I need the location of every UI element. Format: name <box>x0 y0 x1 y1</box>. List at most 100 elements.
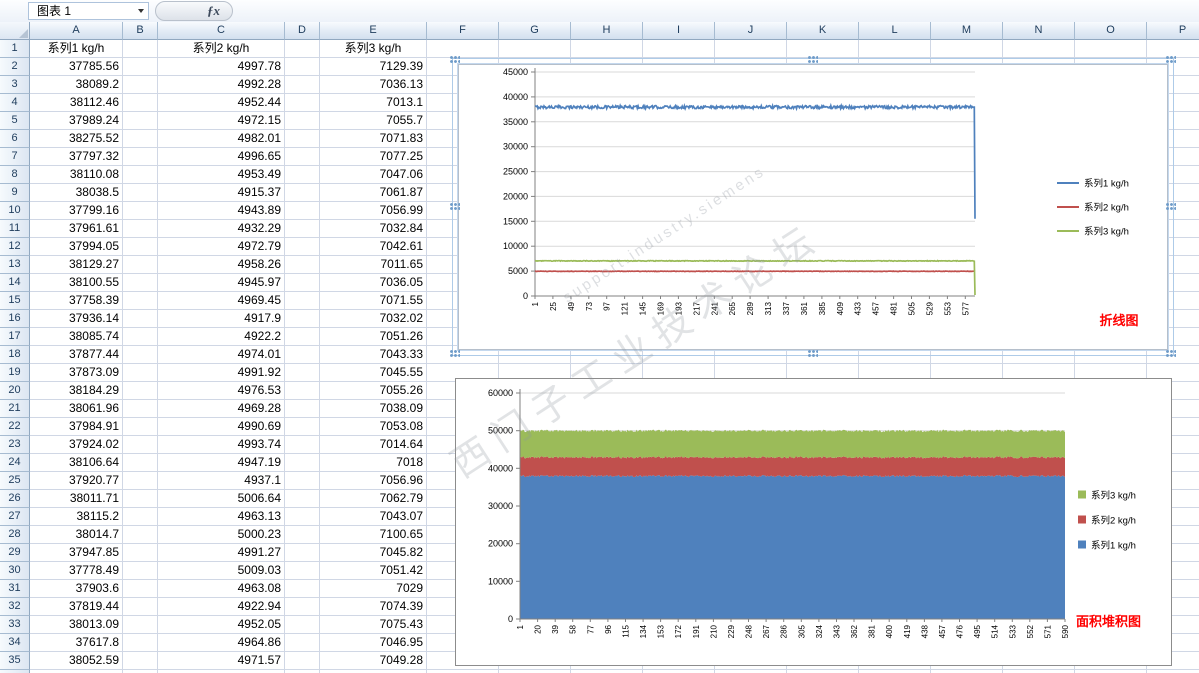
cell-D23[interactable] <box>285 436 320 454</box>
column-header-H[interactable]: H <box>571 22 643 40</box>
row-header-12[interactable]: 12 <box>0 238 30 256</box>
cell-B35[interactable] <box>123 652 158 670</box>
row-header-28[interactable]: 28 <box>0 526 30 544</box>
row-header-4[interactable]: 4 <box>0 94 30 112</box>
cell-C25[interactable]: 4937.1 <box>158 472 285 490</box>
cell-C23[interactable]: 4993.74 <box>158 436 285 454</box>
cell-B26[interactable] <box>123 490 158 508</box>
cell-A26[interactable]: 38011.71 <box>30 490 123 508</box>
cell-B19[interactable] <box>123 364 158 382</box>
cell-A15[interactable]: 37758.39 <box>30 292 123 310</box>
cell-K1[interactable] <box>787 40 859 58</box>
cell-E16[interactable]: 7032.02 <box>320 310 427 328</box>
cell-C1[interactable]: 系列2 kg/h <box>158 40 285 58</box>
cell-D17[interactable] <box>285 328 320 346</box>
cell-E17[interactable]: 7051.26 <box>320 328 427 346</box>
selection-handle[interactable] <box>450 350 460 358</box>
cell-D2[interactable] <box>285 58 320 76</box>
cell-B21[interactable] <box>123 400 158 418</box>
cell-E19[interactable]: 7045.55 <box>320 364 427 382</box>
cell-C35[interactable]: 4971.57 <box>158 652 285 670</box>
cell-E10[interactable]: 7056.99 <box>320 202 427 220</box>
cell-B3[interactable] <box>123 76 158 94</box>
cell-E27[interactable]: 7043.07 <box>320 508 427 526</box>
cell-D11[interactable] <box>285 220 320 238</box>
cell-E24[interactable]: 7018 <box>320 454 427 472</box>
cell-C3[interactable]: 4992.28 <box>158 76 285 94</box>
cell-A34[interactable]: 37617.8 <box>30 634 123 652</box>
cell-A16[interactable]: 37936.14 <box>30 310 123 328</box>
cell-A24[interactable]: 38106.64 <box>30 454 123 472</box>
cell-E29[interactable]: 7045.82 <box>320 544 427 562</box>
row-header-14[interactable]: 14 <box>0 274 30 292</box>
cell-D8[interactable] <box>285 166 320 184</box>
row-header-19[interactable]: 19 <box>0 364 30 382</box>
cell-A25[interactable]: 37920.77 <box>30 472 123 490</box>
cell-D3[interactable] <box>285 76 320 94</box>
selection-handle[interactable] <box>808 56 818 64</box>
cell-C8[interactable]: 4953.49 <box>158 166 285 184</box>
column-header-L[interactable]: L <box>859 22 931 40</box>
cell-D34[interactable] <box>285 634 320 652</box>
cell-E33[interactable]: 7075.43 <box>320 616 427 634</box>
cell-E28[interactable]: 7100.65 <box>320 526 427 544</box>
cell-E8[interactable]: 7047.06 <box>320 166 427 184</box>
selection-handle[interactable] <box>1166 203 1176 211</box>
cell-C33[interactable]: 4952.05 <box>158 616 285 634</box>
cell-B23[interactable] <box>123 436 158 454</box>
cell-E3[interactable]: 7036.13 <box>320 76 427 94</box>
cell-D24[interactable] <box>285 454 320 472</box>
cell-E25[interactable]: 7056.96 <box>320 472 427 490</box>
cell-D20[interactable] <box>285 382 320 400</box>
cell-B4[interactable] <box>123 94 158 112</box>
cell-B27[interactable] <box>123 508 158 526</box>
column-header-A[interactable]: A <box>30 22 123 40</box>
cell-E13[interactable]: 7011.65 <box>320 256 427 274</box>
cell-A10[interactable]: 37799.16 <box>30 202 123 220</box>
row-header-23[interactable]: 23 <box>0 436 30 454</box>
cell-C19[interactable]: 4991.92 <box>158 364 285 382</box>
cell-A2[interactable]: 37785.56 <box>30 58 123 76</box>
column-header-E[interactable]: E <box>320 22 427 40</box>
cell-B2[interactable] <box>123 58 158 76</box>
cell-E4[interactable]: 7013.1 <box>320 94 427 112</box>
row-header-21[interactable]: 21 <box>0 400 30 418</box>
cell-D10[interactable] <box>285 202 320 220</box>
cell-C12[interactable]: 4972.79 <box>158 238 285 256</box>
row-header-3[interactable]: 3 <box>0 76 30 94</box>
cell-C31[interactable]: 4963.08 <box>158 580 285 598</box>
row-header-10[interactable]: 10 <box>0 202 30 220</box>
cell-D30[interactable] <box>285 562 320 580</box>
cell-C10[interactable]: 4943.89 <box>158 202 285 220</box>
row-header-33[interactable]: 33 <box>0 616 30 634</box>
cell-B20[interactable] <box>123 382 158 400</box>
cell-E2[interactable]: 7129.39 <box>320 58 427 76</box>
cell-E6[interactable]: 7071.83 <box>320 130 427 148</box>
cell-D13[interactable] <box>285 256 320 274</box>
cell-D18[interactable] <box>285 346 320 364</box>
cell-C26[interactable]: 5006.64 <box>158 490 285 508</box>
cell-A29[interactable]: 37947.85 <box>30 544 123 562</box>
cell-B31[interactable] <box>123 580 158 598</box>
cell-A23[interactable]: 37924.02 <box>30 436 123 454</box>
cell-D14[interactable] <box>285 274 320 292</box>
insert-function-icon[interactable]: ƒx <box>207 3 220 19</box>
cell-I1[interactable] <box>643 40 715 58</box>
line-chart-object[interactable]: 0 5000 10000 15000 20000 25000 30000 35000 40000… <box>450 56 1176 358</box>
column-header-D[interactable]: D <box>285 22 320 40</box>
cell-B30[interactable] <box>123 562 158 580</box>
cell-C21[interactable]: 4969.28 <box>158 400 285 418</box>
cell-A11[interactable]: 37961.61 <box>30 220 123 238</box>
cell-E5[interactable]: 7055.7 <box>320 112 427 130</box>
cell-E22[interactable]: 7053.08 <box>320 418 427 436</box>
cell-O1[interactable] <box>1075 40 1147 58</box>
cell-D25[interactable] <box>285 472 320 490</box>
cell-E23[interactable]: 7014.64 <box>320 436 427 454</box>
cell-D28[interactable] <box>285 526 320 544</box>
cell-B13[interactable] <box>123 256 158 274</box>
selection-handle[interactable] <box>808 350 818 358</box>
row-header-27[interactable]: 27 <box>0 508 30 526</box>
cell-E9[interactable]: 7061.87 <box>320 184 427 202</box>
cell-A20[interactable]: 38184.29 <box>30 382 123 400</box>
cell-C18[interactable]: 4974.01 <box>158 346 285 364</box>
